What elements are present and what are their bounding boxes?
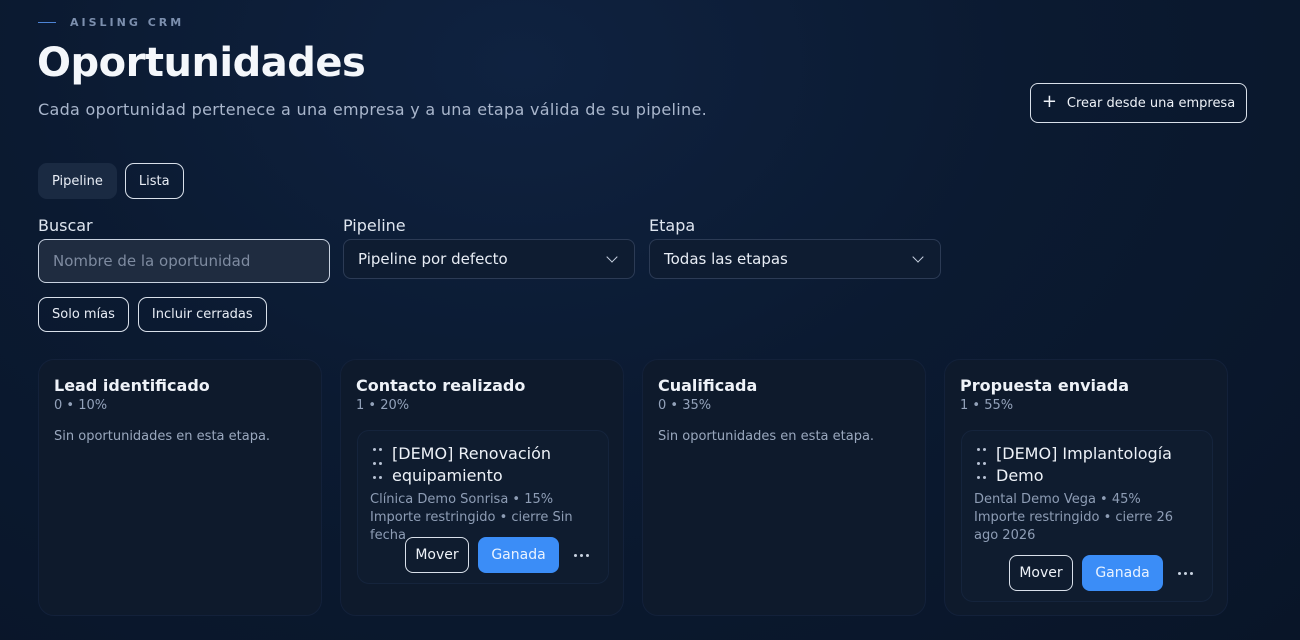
drag-handle-icon[interactable]: [373, 448, 382, 487]
chevron-down-icon: [912, 251, 924, 263]
stage-label: Etapa: [649, 216, 696, 235]
create-from-company-button[interactable]: + Crear desde una empresa: [1030, 83, 1247, 123]
opportunity-title: [DEMO] Implantología Demo: [996, 444, 1172, 485]
more-options-icon[interactable]: [568, 542, 594, 568]
column-empty-message: Sin oportunidades en esta etapa.: [658, 429, 875, 444]
column-meta: 1 • 55%: [960, 398, 1014, 413]
pipeline-select-value: Pipeline por defecto: [358, 250, 508, 268]
stage-column-contact-made: Contacto realizado 1 • 20% [DEMO] Renova…: [340, 359, 624, 616]
move-button[interactable]: Mover: [405, 537, 469, 573]
move-button[interactable]: Mover: [1009, 555, 1073, 591]
eyebrow-line: [38, 22, 56, 23]
column-title: Contacto realizado: [356, 376, 526, 395]
pipeline-select[interactable]: Pipeline por defecto: [343, 239, 635, 279]
pipeline-label: Pipeline: [343, 216, 406, 235]
opportunity-detail: Importe restringido • cierre 26 ago 2026: [974, 510, 1174, 543]
drag-handle-icon[interactable]: [977, 448, 986, 487]
opportunity-card[interactable]: [DEMO] Renovación equipamiento Clínica D…: [357, 430, 609, 584]
search-label: Buscar: [38, 216, 93, 235]
column-title: Lead identificado: [54, 376, 210, 395]
column-meta: 1 • 20%: [356, 398, 410, 413]
view-list-tab[interactable]: Lista: [124, 163, 184, 199]
stage-select-value: Todas las etapas: [664, 250, 788, 268]
stage-column-qualified: Cualificada 0 • 35% Sin oportunidades en…: [642, 359, 926, 616]
card-header: [DEMO] Renovación equipamiento: [370, 443, 582, 487]
page-title: Oportunidades: [37, 40, 366, 86]
view-toggle: Pipeline Lista: [38, 163, 184, 199]
column-title: Propuesta enviada: [960, 376, 1130, 395]
card-header: [DEMO] Implantología Demo: [974, 443, 1186, 487]
opportunity-company: Dental Demo Vega • 45%: [974, 492, 1141, 507]
opportunity-title: [DEMO] Renovación equipamiento: [392, 444, 552, 485]
column-empty-message: Sin oportunidades en esta etapa.: [54, 429, 271, 444]
mark-won-button[interactable]: Ganada: [1082, 555, 1163, 591]
search-input[interactable]: [38, 239, 330, 283]
column-title: Cualificada: [658, 376, 758, 395]
card-actions: Mover Ganada: [405, 537, 594, 573]
stage-column-lead-identified: Lead identificado 0 • 10% Sin oportunida…: [38, 359, 322, 616]
only-mine-toggle[interactable]: Solo mías: [38, 297, 129, 332]
plus-icon: +: [1041, 91, 1057, 112]
more-options-icon[interactable]: [1172, 560, 1198, 586]
include-closed-toggle[interactable]: Incluir cerradas: [137, 297, 267, 332]
column-meta: 0 • 10%: [54, 398, 108, 413]
stage-select[interactable]: Todas las etapas: [649, 239, 941, 279]
stage-column-proposal-sent: Propuesta enviada 1 • 55% [DEMO] Implant…: [944, 359, 1228, 616]
brand-eyebrow: AISLING CRM: [38, 16, 184, 29]
mark-won-button[interactable]: Ganada: [478, 537, 559, 573]
opportunities-page: AISLING CRM Oportunidades Cada oportunid…: [0, 0, 1300, 640]
opportunity-company: Clínica Demo Sonrisa • 15%: [370, 492, 554, 507]
column-meta: 0 • 35%: [658, 398, 712, 413]
brand-name: AISLING CRM: [70, 16, 185, 29]
card-actions: Mover Ganada: [1009, 555, 1198, 591]
opportunity-card[interactable]: [DEMO] Implantología Demo Dental Demo Ve…: [961, 430, 1213, 602]
view-pipeline-tab[interactable]: Pipeline: [38, 163, 117, 199]
filter-toggles: Solo mías Incluir cerradas: [38, 297, 267, 332]
page-subtitle: Cada oportunidad pertenece a una empresa…: [38, 100, 707, 119]
chevron-down-icon: [606, 251, 618, 263]
create-button-label: Crear desde una empresa: [1066, 95, 1236, 111]
